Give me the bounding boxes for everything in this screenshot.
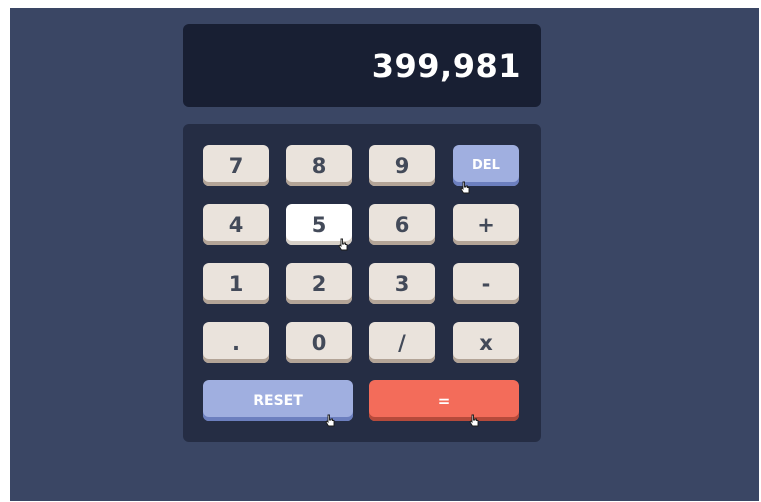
key-8[interactable]: 8 (286, 145, 352, 186)
key-6[interactable]: 6 (369, 204, 435, 245)
hand-pointer-cursor-icon (469, 414, 479, 427)
key-9[interactable]: 9 (369, 145, 435, 186)
decimal-button[interactable]: . (203, 322, 269, 363)
key-3[interactable]: 3 (369, 263, 435, 304)
key-2[interactable]: 2 (286, 263, 352, 304)
hand-pointer-cursor-icon (460, 181, 470, 194)
key-4[interactable]: 4 (203, 204, 269, 245)
hand-pointer-cursor-icon (325, 414, 335, 427)
minus-button[interactable]: - (453, 263, 519, 304)
key-7[interactable]: 7 (203, 145, 269, 186)
hand-pointer-cursor-icon (338, 238, 348, 251)
keypad: 7 8 9 DEL 4 5 6 + 1 2 3 - . 0 / x RESET … (183, 124, 541, 442)
calculator-display: 399,981 (183, 24, 541, 107)
display-value: 399,981 (371, 46, 521, 85)
divide-button[interactable]: / (369, 322, 435, 363)
key-1[interactable]: 1 (203, 263, 269, 304)
key-0[interactable]: 0 (286, 322, 352, 363)
multiply-button[interactable]: x (453, 322, 519, 363)
delete-button[interactable]: DEL (453, 145, 519, 186)
plus-button[interactable]: + (453, 204, 519, 245)
equals-button[interactable]: = (369, 380, 519, 421)
